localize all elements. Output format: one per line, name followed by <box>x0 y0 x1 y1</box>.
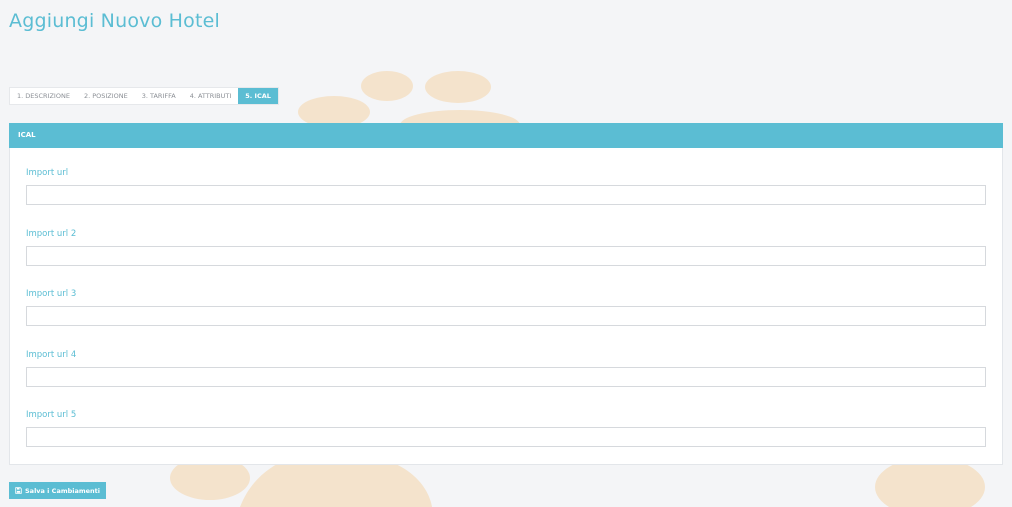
step-tabs: 1. DESCRIZIONE 2. POSIZIONE 3. TARIFFA 4… <box>9 87 279 105</box>
tab-ical[interactable]: 5. ICAL <box>238 88 278 104</box>
tab-descrizione[interactable]: 1. DESCRIZIONE <box>10 88 77 104</box>
import-url-5-label: Import url 5 <box>26 410 77 420</box>
import-url-4-label: Import url 4 <box>26 350 77 360</box>
import-url-4-input[interactable] <box>26 367 986 387</box>
import-url-label: Import url <box>26 168 69 178</box>
panel-header: ICAL <box>9 123 1003 148</box>
ical-panel: ICAL Import url Import url 2 Import url … <box>9 123 1003 465</box>
page-title: Aggiungi Nuovo Hotel <box>9 10 220 32</box>
save-button-label: Salva i Cambiamenti <box>25 486 101 495</box>
tab-posizione[interactable]: 2. POSIZIONE <box>77 88 135 104</box>
save-changes-button[interactable]: Salva i Cambiamenti <box>9 482 107 499</box>
tab-attributi[interactable]: 4. ATTRIBUTI <box>183 88 239 104</box>
import-url-3-label: Import url 3 <box>26 289 77 299</box>
import-url-3-input[interactable] <box>26 306 986 326</box>
import-url-input[interactable] <box>26 185 986 205</box>
import-url-2-input[interactable] <box>26 246 986 266</box>
tab-tariffa[interactable]: 3. TARIFFA <box>135 88 183 104</box>
floppy-disk-icon <box>15 487 22 494</box>
import-url-5-input[interactable] <box>26 427 986 447</box>
import-url-2-label: Import url 2 <box>26 229 77 239</box>
